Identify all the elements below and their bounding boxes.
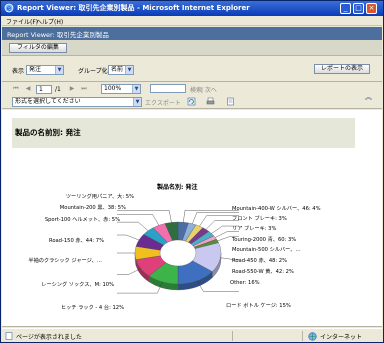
zoom-select[interactable]: 100% ▼ — [101, 84, 141, 94]
status-divider — [232, 331, 233, 341]
label-leader-line — [117, 221, 149, 231]
ie-icon: e — [4, 3, 14, 13]
refresh-icon[interactable] — [187, 97, 196, 106]
next-page-icon[interactable]: ▶ — [68, 85, 76, 93]
filter-bar: フィルタの編集 — [2, 40, 382, 56]
pie-chart: Mountain-400-W シルバー、46: 4% フロント ブレーキ: 3% リ… — [28, 192, 321, 311]
last-page-icon[interactable]: ⏭ — [80, 85, 88, 93]
slice-label: Mountain-200 黒、38: 5% — [60, 204, 126, 211]
search-input[interactable] — [150, 84, 186, 93]
slice-label: フロント ブレーキ: 3% — [232, 214, 287, 222]
page-total: /1 — [55, 86, 61, 93]
page-number-input[interactable]: 1 — [36, 85, 52, 94]
slice-label: レーシング ソックス、M: 10% — [41, 280, 114, 288]
export-format-select[interactable]: 形式を選択してください ▼ — [12, 97, 142, 107]
display-select-value: 発注 — [29, 66, 42, 73]
print-layout-icon[interactable] — [226, 97, 235, 106]
status-divider — [302, 331, 303, 341]
label-leader-line — [117, 268, 141, 275]
browser-window: e Report Viewer: 取引先企業別製品 - Microsoft In… — [0, 0, 384, 343]
menu-bar: ファイル(F) ヘルプ(H) — [2, 16, 382, 26]
report-content: 製品の名前別: 発注 製品名別: 発注 Mountain-400-W シルバー、… — [2, 110, 382, 327]
menu-help[interactable]: ヘルプ(H) — [36, 17, 63, 26]
group-by-select[interactable]: 名前 ▼ — [108, 65, 134, 75]
chevron-down-icon: ▼ — [133, 98, 141, 106]
group-by-label: グループ化 — [78, 68, 108, 75]
edit-filter-button[interactable]: フィルタの編集 — [9, 43, 67, 53]
chevron-down-icon: ▼ — [125, 66, 133, 74]
slice-label: ロード ボトル ケージ: 15% — [226, 301, 291, 309]
parameter-panel: 表示 発注 ▼ グループ化 名前 ▼ レポートの表示 — [2, 58, 382, 82]
slice-label: Mountain-400-W シルバー、46: 4% — [232, 205, 321, 212]
show-report-button[interactable]: レポートの表示 — [314, 64, 370, 74]
first-page-icon[interactable]: ⏮ — [12, 85, 20, 93]
zoom-value: 100% — [104, 85, 122, 92]
close-button[interactable]: × — [366, 3, 377, 14]
report-viewer-title: Report Viewer: 取引先企業別製品 — [7, 31, 109, 39]
display-select[interactable]: 発注 ▼ — [26, 65, 64, 75]
status-bar: ページが表示されました インターネット — [2, 328, 382, 342]
slice-label: Road-450 赤、48: 2% — [232, 257, 287, 264]
slice-label: リア ブレーキ: 3% — [232, 224, 276, 232]
internet-zone-icon — [308, 332, 317, 341]
report-toolbar: ⏮ ◀ 1 /1 ▶ ⏭ 100% ▼ 検索 | 次へ 形式を選択してください … — [2, 83, 382, 109]
slice-label: ツーリング用パニア、大: 5% — [66, 192, 134, 200]
slice-label: Other: 16% — [230, 280, 260, 286]
collapse-toolbar-icon[interactable]: ︽ — [365, 92, 372, 102]
report-viewer-header: Report Viewer: 取引先企業別製品 — [2, 27, 382, 40]
slice-label: Road-550-W 黄、42: 2% — [232, 267, 294, 275]
status-text: ページが表示されました — [16, 334, 82, 341]
slice-label: 半袖のクラシック ジャージ、… — [28, 256, 102, 264]
find-next-link[interactable]: | 次へ — [201, 85, 217, 94]
chevron-down-icon: ▼ — [132, 85, 140, 93]
menu-file[interactable]: ファイル(F) — [6, 17, 38, 26]
label-leader-line — [117, 214, 160, 226]
page-icon — [5, 332, 13, 340]
label-leader-line — [117, 234, 140, 241]
security-zone-text: インターネット — [320, 334, 363, 341]
slice-label: Road-150 赤、44: 7% — [49, 237, 104, 244]
slice-label: Touring-2000 青、60: 3% — [231, 235, 296, 243]
slice-label: Mountain-500 シルバー、… — [232, 246, 301, 253]
svg-text:e: e — [7, 5, 11, 13]
label-leader-line — [117, 210, 172, 223]
printer-icon[interactable] — [206, 97, 215, 106]
display-label: 表示 — [12, 68, 25, 75]
group-by-select-value: 名前 — [111, 66, 124, 73]
prev-page-icon[interactable]: ◀ — [24, 85, 32, 93]
slice-label: ヒッチ ラック - 4 台: 12% — [61, 303, 124, 311]
maximize-button[interactable]: □ — [353, 3, 364, 14]
chevron-down-icon: ▼ — [55, 66, 63, 74]
slice-label: Sport-100 ヘルメット、赤: 5% — [45, 216, 120, 223]
window-title: Report Viewer: 取引先企業別製品 - Microsoft Inte… — [17, 4, 250, 12]
minimize-button[interactable]: _ — [340, 3, 351, 14]
export-link[interactable]: エクスポート — [145, 98, 181, 107]
title-bar: e Report Viewer: 取引先企業別製品 - Microsoft In… — [1, 1, 383, 16]
export-format-placeholder: 形式を選択してください — [15, 98, 81, 105]
